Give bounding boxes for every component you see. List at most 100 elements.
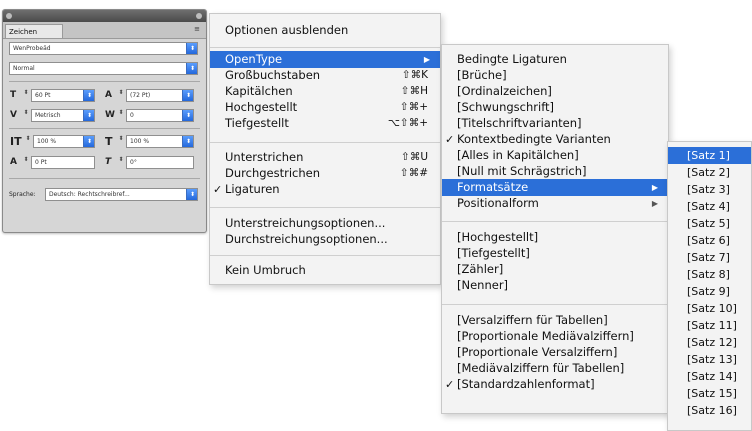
- panel-tab-row: Zeichen ≡: [3, 22, 206, 39]
- menu-item-label: [Hochgestellt]: [457, 230, 539, 244]
- menu-separator: [442, 221, 668, 222]
- menu-item-tiefgestellt[interactable]: Tiefgestellt ⌥⇧⌘+: [210, 115, 440, 132]
- menu-item-satz-8[interactable]: [Satz 8]: [668, 266, 751, 283]
- menu-item-proportionale-versalziffern[interactable]: [Proportionale Versalziffern]: [442, 344, 668, 361]
- kerning-dropdown-icon[interactable]: ⬍: [83, 110, 94, 121]
- menu-item-satz-13[interactable]: [Satz 13]: [668, 351, 751, 368]
- menu-item-brueche[interactable]: [Brüche]: [442, 67, 668, 84]
- menu-item-titelschriftvarianten[interactable]: [Titelschriftvarianten]: [442, 115, 668, 132]
- leading-dropdown-icon[interactable]: ⬍: [182, 90, 193, 101]
- font-style-field[interactable]: Normal ⬍: [9, 62, 198, 75]
- language-dropdown-icon[interactable]: ⬍: [186, 189, 197, 200]
- horizontal-scale-stepper-icon[interactable]: ⬍: [118, 136, 124, 147]
- menu-item-opentype[interactable]: OpenType ▶: [210, 51, 440, 68]
- menu-item-label: [Versalziffern für Tabellen]: [457, 313, 608, 327]
- language-label: Sprache:: [9, 191, 36, 198]
- menu-item-satz-5[interactable]: [Satz 5]: [668, 215, 751, 232]
- opentype-submenu: Bedingte Ligaturen [Brüche] [Ordinalzeic…: [441, 44, 669, 414]
- menu-item-null-mit-schraegstrich[interactable]: [Null mit Schrägstrich]: [442, 163, 668, 180]
- menu-item-zaehler[interactable]: [Zähler]: [442, 261, 668, 278]
- menu-item-satz-3[interactable]: [Satz 3]: [668, 181, 751, 198]
- tracking-icon: W: [105, 110, 115, 120]
- menu-item-alles-in-kapitaelchen[interactable]: [Alles in Kapitälchen]: [442, 147, 668, 164]
- menu-item-formatsaetze[interactable]: Formatsätze ▶: [442, 179, 668, 196]
- menu-item-satz-7[interactable]: [Satz 7]: [668, 249, 751, 266]
- panel-divider: [9, 128, 200, 129]
- baseline-shift-field[interactable]: 0 Pt: [31, 156, 95, 169]
- menu-item-label: Großbuchstaben: [225, 68, 321, 82]
- menu-item-label: [Satz 3]: [687, 183, 730, 196]
- font-size-dropdown-icon[interactable]: ⬍: [83, 90, 94, 101]
- vertical-scale-dropdown-icon[interactable]: ⬍: [83, 136, 94, 147]
- menu-item-satz-6[interactable]: [Satz 6]: [668, 232, 751, 249]
- menu-item-label: [Mediävalziffern für Tabellen]: [457, 361, 625, 375]
- collapse-icon[interactable]: o: [196, 13, 202, 19]
- menu-separator: [210, 207, 440, 208]
- leading-stepper-icon[interactable]: ⬍: [118, 90, 124, 101]
- tracking-dropdown-icon[interactable]: ⬍: [182, 110, 193, 121]
- menu-item-unterstrichen[interactable]: Unterstrichen ⇧⌘U: [210, 149, 440, 166]
- menu-item-satz-16[interactable]: [Satz 16]: [668, 402, 751, 419]
- vertical-scale-field[interactable]: 100 % ⬍: [33, 135, 95, 148]
- menu-item-unterstreichungsoptionen[interactable]: Unterstreichungsoptionen...: [210, 215, 440, 232]
- menu-item-hochgestellt[interactable]: [Hochgestellt]: [442, 229, 668, 246]
- menu-item-versalziffern-tabellen[interactable]: [Versalziffern für Tabellen]: [442, 312, 668, 329]
- baseline-shift-stepper-icon[interactable]: ⬍: [23, 157, 29, 168]
- menu-item-mediaevalziffern-tabellen[interactable]: [Mediävalziffern für Tabellen]: [442, 360, 668, 377]
- check-icon: ✓: [445, 378, 455, 391]
- kerning-field[interactable]: Metrisch ⬍: [31, 109, 95, 122]
- menu-item-positionalform[interactable]: Positionalform ▶: [442, 195, 668, 212]
- menu-item-label: Formatsätze: [457, 180, 529, 194]
- menu-item-proportionale-mediaevalziffern[interactable]: [Proportionale Mediävalziffern]: [442, 328, 668, 345]
- horizontal-scale-dropdown-icon[interactable]: ⬍: [182, 136, 193, 147]
- menu-item-label: [Satz 14]: [687, 370, 737, 383]
- close-icon[interactable]: x: [6, 13, 12, 19]
- menu-item-label: Kein Umbruch: [225, 263, 306, 277]
- menu-item-satz-15[interactable]: [Satz 15]: [668, 385, 751, 402]
- menu-item-durchstreichungsoptionen[interactable]: Durchstreichungsoptionen...: [210, 231, 440, 248]
- menu-item-label: [Null mit Schrägstrich]: [457, 164, 587, 178]
- menu-item-optionen-ausblenden[interactable]: Optionen ausblenden: [210, 22, 440, 39]
- menu-item-ligaturen[interactable]: ✓ Ligaturen: [210, 181, 440, 198]
- menu-item-durchgestrichen[interactable]: Durchgestrichen ⇧⌘#: [210, 165, 440, 182]
- font-size-field[interactable]: 60 Pt ⬍: [31, 89, 95, 102]
- menu-item-hochgestellt[interactable]: Hochgestellt ⇧⌘+: [210, 99, 440, 116]
- submenu-arrow-icon: ▶: [651, 183, 658, 192]
- skew-stepper-icon[interactable]: ⬍: [118, 157, 124, 168]
- horizontal-scale-field[interactable]: 100 % ⬍: [126, 135, 194, 148]
- panel-titlebar[interactable]: x o: [3, 10, 206, 22]
- menu-item-grossbuchstaben[interactable]: Großbuchstaben ⇧⌘K: [210, 67, 440, 84]
- tracking-field[interactable]: 0 ⬍: [126, 109, 194, 122]
- menu-item-satz-2[interactable]: [Satz 2]: [668, 164, 751, 181]
- kerning-stepper-icon[interactable]: ⬍: [23, 110, 29, 121]
- menu-item-kontextbedingte-varianten[interactable]: ✓ Kontextbedingte Varianten: [442, 131, 668, 148]
- tab-zeichen[interactable]: Zeichen: [5, 24, 63, 38]
- menu-item-satz-12[interactable]: [Satz 12]: [668, 334, 751, 351]
- menu-item-nenner[interactable]: [Nenner]: [442, 277, 668, 294]
- menu-item-satz-10[interactable]: [Satz 10]: [668, 300, 751, 317]
- menu-item-label: Optionen ausblenden: [225, 23, 349, 37]
- menu-item-satz-1[interactable]: [Satz 1]: [668, 147, 751, 164]
- menu-item-satz-9[interactable]: [Satz 9]: [668, 283, 751, 300]
- skew-field[interactable]: 0°: [126, 156, 194, 169]
- menu-item-satz-4[interactable]: [Satz 4]: [668, 198, 751, 215]
- font-size-stepper-icon[interactable]: ⬍: [23, 90, 29, 101]
- font-style-dropdown-icon[interactable]: ⬍: [186, 63, 197, 74]
- panel-menu-icon[interactable]: ≡: [192, 25, 202, 34]
- menu-item-shortcut: ⇧⌘#: [399, 167, 428, 179]
- menu-item-ordinalzeichen[interactable]: [Ordinalzeichen]: [442, 83, 668, 100]
- menu-item-bedingte-ligaturen[interactable]: Bedingte Ligaturen: [442, 51, 668, 68]
- font-family-field[interactable]: WenProbeäd ⬍: [9, 42, 198, 55]
- menu-item-satz-14[interactable]: [Satz 14]: [668, 368, 751, 385]
- font-family-dropdown-icon[interactable]: ⬍: [186, 43, 197, 54]
- language-field[interactable]: Deutsch: Rechtschreibref... ⬍: [45, 188, 198, 201]
- menu-item-standardzahlenformat[interactable]: ✓ [Standardzahlenformat]: [442, 376, 668, 393]
- leading-field[interactable]: (72 Pt) ⬍: [126, 89, 194, 102]
- menu-item-kapitaelchen[interactable]: Kapitälchen ⇧⌘H: [210, 83, 440, 100]
- vertical-scale-stepper-icon[interactable]: ⬍: [25, 136, 31, 147]
- tracking-stepper-icon[interactable]: ⬍: [118, 110, 124, 121]
- menu-item-tiefgestellt[interactable]: [Tiefgestellt]: [442, 245, 668, 262]
- menu-item-schwungschrift[interactable]: [Schwungschrift]: [442, 99, 668, 116]
- menu-item-satz-11[interactable]: [Satz 11]: [668, 317, 751, 334]
- menu-item-kein-umbruch[interactable]: Kein Umbruch: [210, 262, 440, 279]
